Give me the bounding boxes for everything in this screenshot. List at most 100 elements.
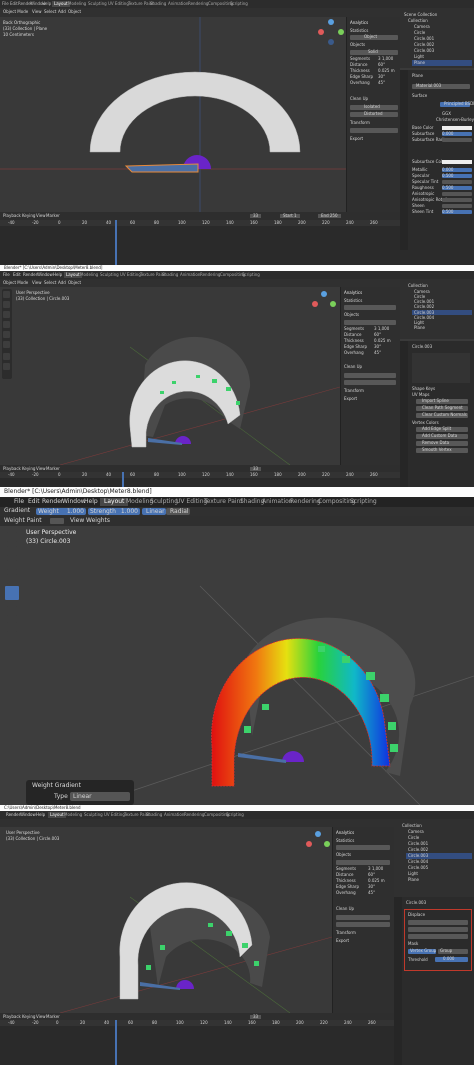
menu-select[interactable]: Select — [44, 10, 56, 14]
modifier-row[interactable] — [408, 927, 468, 932]
outliner-item[interactable]: Circle.002 — [408, 848, 428, 852]
outliner-item[interactable]: Plane — [414, 326, 425, 330]
properties-tab-strip[interactable] — [400, 341, 408, 487]
tab-sculpting[interactable]: Sculpting — [88, 2, 107, 6]
nav-gizmo[interactable] — [318, 19, 344, 45]
menu-help[interactable]: Help — [53, 273, 62, 277]
current-frame[interactable]: 33 — [250, 214, 262, 218]
menu-keying[interactable]: Keying — [22, 214, 35, 218]
modifier-name[interactable]: Displace — [408, 913, 425, 917]
menu-playback[interactable]: Playback — [3, 214, 21, 218]
stat-value[interactable]: 60° — [368, 873, 375, 877]
menu-edit[interactable]: Edit — [10, 2, 18, 6]
menu-render[interactable]: Render — [23, 273, 37, 277]
type-select[interactable]: Linear — [70, 792, 130, 801]
sheen-value[interactable] — [442, 204, 472, 208]
export-heading[interactable]: Export — [350, 137, 363, 141]
outliner-item-selected[interactable]: Plane — [412, 60, 472, 66]
anisotropic-value[interactable] — [442, 192, 472, 196]
isolated-button[interactable] — [344, 373, 396, 378]
stat-value[interactable]: 60° — [378, 63, 385, 67]
stat-value[interactable]: 30° — [378, 75, 385, 79]
subsurface-method[interactable]: Christensen-Burley — [436, 118, 474, 122]
export-heading[interactable]: Export — [336, 939, 349, 943]
menu-marker[interactable]: Marker — [46, 1015, 60, 1019]
menu-help[interactable]: Help — [84, 499, 98, 505]
viewport-3d[interactable]: User Perspective (33) Collection | Circl… — [0, 827, 332, 1013]
modifier-row[interactable] — [408, 920, 468, 925]
section-shape-keys[interactable]: Shape Keys — [412, 387, 435, 391]
stat-value[interactable]: 45° — [368, 891, 375, 895]
frame-ruler[interactable]: -40 -20 0 20 40 60 80 100 120 140 160 18… — [0, 1020, 394, 1026]
modifier-row[interactable] — [408, 934, 468, 939]
tab-modeling[interactable]: Modeling — [68, 2, 86, 6]
linear-toggle[interactable]: Linear — [142, 508, 166, 515]
menu-object[interactable]: Object — [68, 281, 81, 285]
clean-up-heading[interactable]: Clean Up — [350, 97, 368, 101]
tab-rendering[interactable]: Rendering — [200, 273, 220, 277]
tab-rendering[interactable]: Rendering — [188, 2, 208, 6]
metallic-value[interactable]: 0.000 — [442, 168, 472, 172]
menu-view[interactable]: View — [70, 518, 84, 524]
tab-modeling[interactable]: Modeling — [64, 813, 82, 817]
redo-panel[interactable]: Weight Gradient Type Linear — [26, 780, 134, 805]
tab-sculpting[interactable]: Sculpting — [100, 273, 119, 277]
menu-weights[interactable]: Weights — [86, 518, 110, 524]
button[interactable]: Smooth Vertex — [416, 448, 468, 453]
tab-shading[interactable]: Shading — [240, 499, 264, 505]
subsurface-radius-field[interactable] — [442, 138, 472, 142]
properties-tab-strip[interactable] — [400, 70, 408, 250]
stat-value[interactable]: 0.025 m — [374, 339, 391, 343]
menu-view[interactable]: View — [36, 467, 46, 471]
tab-scripting[interactable]: Scripting — [350, 499, 377, 505]
tab-layout[interactable]: Layout — [64, 272, 82, 278]
outliner-item[interactable]: Circle.002 — [414, 305, 434, 309]
menu-edit[interactable]: Edit — [28, 499, 40, 505]
timeline[interactable]: Playback Keying View Marker 33 Start 1 E… — [0, 212, 400, 265]
outliner-item[interactable]: Circle.003 — [414, 49, 434, 53]
outliner-item[interactable]: Light — [408, 872, 418, 876]
material-slot[interactable]: Material.003 — [412, 84, 470, 89]
button[interactable]: Add Custom Data — [416, 434, 468, 439]
tab-animation[interactable]: Animation — [180, 273, 200, 277]
outliner-item[interactable]: Circle.005 — [408, 866, 428, 870]
solid-button[interactable]: Solid — [350, 50, 398, 55]
menu-help[interactable]: Help — [36, 813, 45, 817]
stat-value[interactable]: 0.025 m — [378, 69, 395, 73]
tab-shading[interactable]: Shading — [146, 813, 162, 817]
menu-window[interactable]: Window — [20, 813, 36, 817]
nav-gizmo[interactable] — [306, 831, 330, 855]
section-vertex-colors[interactable]: Vertex Colors — [412, 421, 439, 425]
tab-sculpting[interactable]: Sculpting — [84, 813, 103, 817]
viewport-3d[interactable]: User Perspective (33) Collection | Circl… — [0, 287, 340, 465]
weight-field[interactable]: Weight 1.000 — [36, 508, 86, 515]
outliner-item[interactable]: Circle.004 — [408, 860, 428, 864]
mode-select[interactable]: Object Mode — [3, 281, 28, 285]
playhead[interactable] — [115, 1020, 117, 1065]
vertex-group-field[interactable]: Group — [438, 949, 468, 954]
tab-uv-editing[interactable]: UV Editing — [104, 813, 125, 817]
outliner-item[interactable]: Circle.002 — [414, 43, 434, 47]
outliner-item[interactable]: Collection — [408, 19, 428, 23]
threshold-value[interactable]: 0.000 — [435, 957, 468, 962]
button[interactable]: Clean Path Segment — [416, 406, 468, 411]
menu-playback[interactable]: Playback — [3, 1015, 21, 1019]
base-color-swatch[interactable] — [442, 126, 472, 130]
select-mode-icon[interactable] — [50, 518, 64, 524]
stat-value[interactable]: 30° — [374, 345, 381, 349]
mode-field[interactable]: Object — [350, 35, 398, 40]
outliner-item[interactable]: Camera — [408, 830, 424, 834]
button[interactable]: Import Spline — [416, 399, 468, 404]
outliner-item[interactable]: Circle — [414, 31, 425, 35]
mode-select[interactable]: Object Mode — [3, 10, 28, 14]
surface-shader[interactable]: Principled BSDF — [440, 102, 474, 107]
sheen-tint-value[interactable]: 0.500 — [442, 210, 472, 214]
stat-value[interactable]: 30° — [368, 885, 375, 889]
button[interactable]: Add Edge Split — [416, 427, 468, 432]
menu-add[interactable]: Add — [58, 281, 66, 285]
redo-panel-title[interactable]: Weight Gradient — [32, 783, 81, 789]
menu-playback[interactable]: Playback — [3, 467, 21, 471]
menu-help[interactable]: Help — [42, 2, 51, 6]
active-tool[interactable]: Gradient — [4, 508, 30, 514]
tab-layout[interactable]: Layout — [48, 812, 66, 818]
